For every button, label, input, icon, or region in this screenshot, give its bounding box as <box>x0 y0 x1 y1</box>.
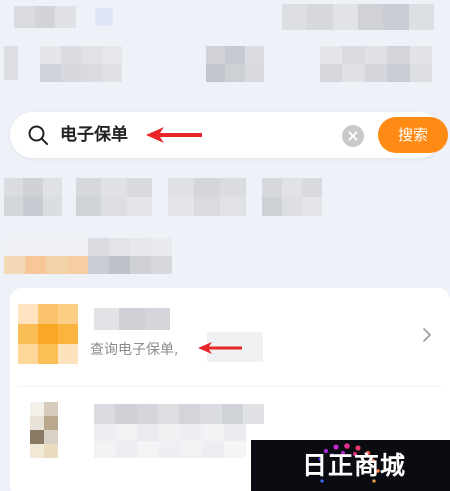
pixelated-row3-block4 <box>262 178 322 216</box>
pixelated-result2-icon <box>30 402 58 458</box>
pixelated-result-title <box>94 308 170 330</box>
arrow-icon <box>198 342 242 354</box>
search-icon[interactable] <box>26 123 50 147</box>
pixelated-row2-left-mark <box>4 46 18 80</box>
arrow-icon <box>146 127 202 143</box>
pixelated-section-header <box>4 238 172 274</box>
search-bar[interactable]: 电子保单 搜索 <box>10 112 448 158</box>
pixelated-top-left <box>14 6 76 28</box>
pixelated-top-right <box>282 4 434 30</box>
pixelated-row3-block1 <box>4 178 62 216</box>
clear-icon[interactable] <box>342 125 364 147</box>
pixelated-top-icon <box>95 8 113 26</box>
card-divider <box>18 386 442 387</box>
pixelated-row3-block3 <box>168 178 246 216</box>
pixelated-row3-block2 <box>76 178 152 216</box>
search-button[interactable]: 搜索 <box>378 117 448 153</box>
pixelated-row2-block1 <box>40 46 122 82</box>
pixelated-row2-block3 <box>320 46 432 82</box>
search-input[interactable]: 电子保单 <box>60 122 128 148</box>
chevron-right-icon[interactable] <box>420 326 434 344</box>
pixelated-result2-title <box>94 404 264 424</box>
result-subtitle: 查询电子保单, <box>90 342 179 358</box>
pixelated-result2-desc <box>94 424 246 458</box>
watermark-text: 日正商城 <box>302 451 407 480</box>
result-icon <box>18 304 78 364</box>
pixelated-row2-block2 <box>206 46 264 82</box>
